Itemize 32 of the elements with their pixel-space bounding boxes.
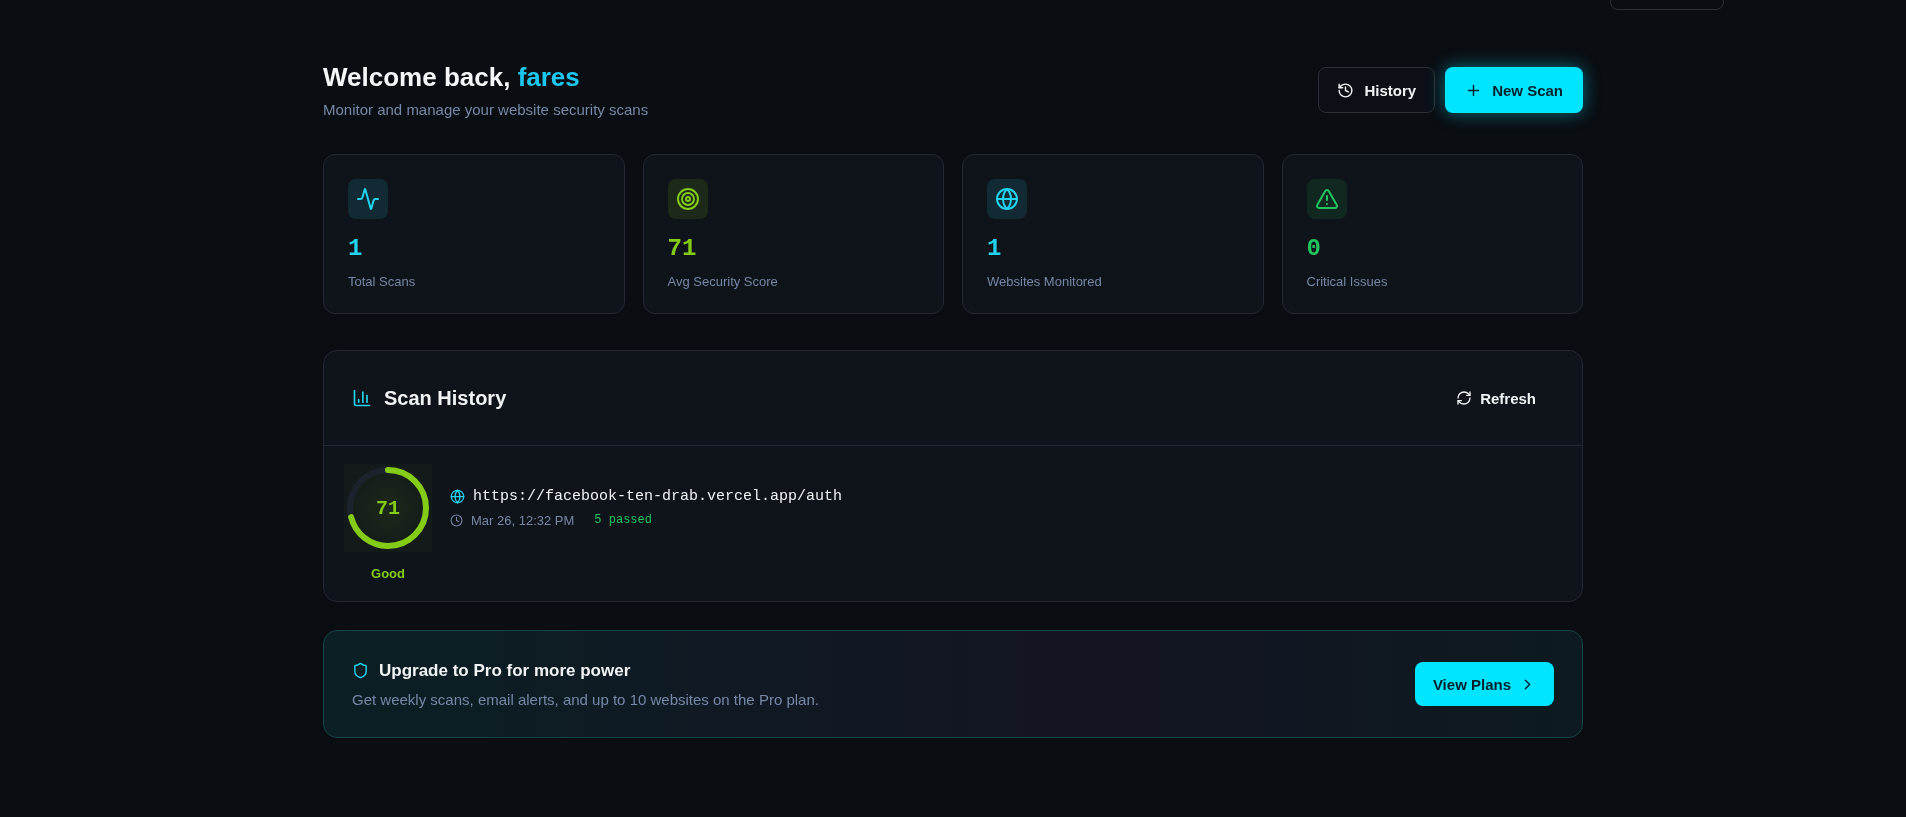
activity-icon	[356, 187, 380, 211]
stat-value: 1	[348, 235, 364, 262]
shield-icon	[352, 662, 369, 679]
globe-icon	[450, 488, 465, 504]
score-value: 71	[376, 496, 400, 520]
history-icon	[1337, 81, 1355, 99]
upgrade-text: Get weekly scans, email alerts, and up to 10 websites on the Pro plan.	[352, 690, 819, 708]
stat-label: Critical Issues	[1306, 274, 1389, 289]
refresh-icon	[1456, 390, 1473, 406]
target-icon	[675, 187, 700, 211]
stat-label: Total Scans	[348, 274, 417, 289]
stat-value: 0	[1306, 235, 1322, 262]
score-rating: Good	[371, 566, 405, 581]
subtitle: Monitor and manage your website security scans	[323, 101, 649, 118]
panel-title: Scan History	[384, 386, 507, 410]
passed-count: 5 passed	[594, 513, 652, 527]
bar-chart-icon	[352, 388, 372, 408]
scan-date: Mar 26, 12:32 PM	[471, 512, 575, 528]
stat-label: Websites Monitored	[987, 274, 1103, 289]
upgrade-title: Upgrade to Pro for more power	[379, 660, 631, 681]
new-scan-button[interactable]: New Scan	[1445, 67, 1583, 113]
globe-icon	[995, 187, 1019, 211]
stat-value: 1	[987, 235, 1003, 262]
refresh-button[interactable]: Refresh	[1450, 383, 1542, 413]
history-button[interactable]: History	[1318, 67, 1436, 113]
clock-icon	[450, 513, 463, 527]
alert-icon	[1314, 187, 1339, 211]
view-plans-button[interactable]: View Plans	[1414, 662, 1554, 706]
scan-url[interactable]: https://facebook-ten-drab.vercel.app/auth	[473, 487, 843, 505]
welcome-heading: Welcome back, fares	[323, 62, 581, 93]
stat-label: Avg Security Score	[667, 274, 779, 289]
stat-value: 71	[667, 235, 698, 262]
